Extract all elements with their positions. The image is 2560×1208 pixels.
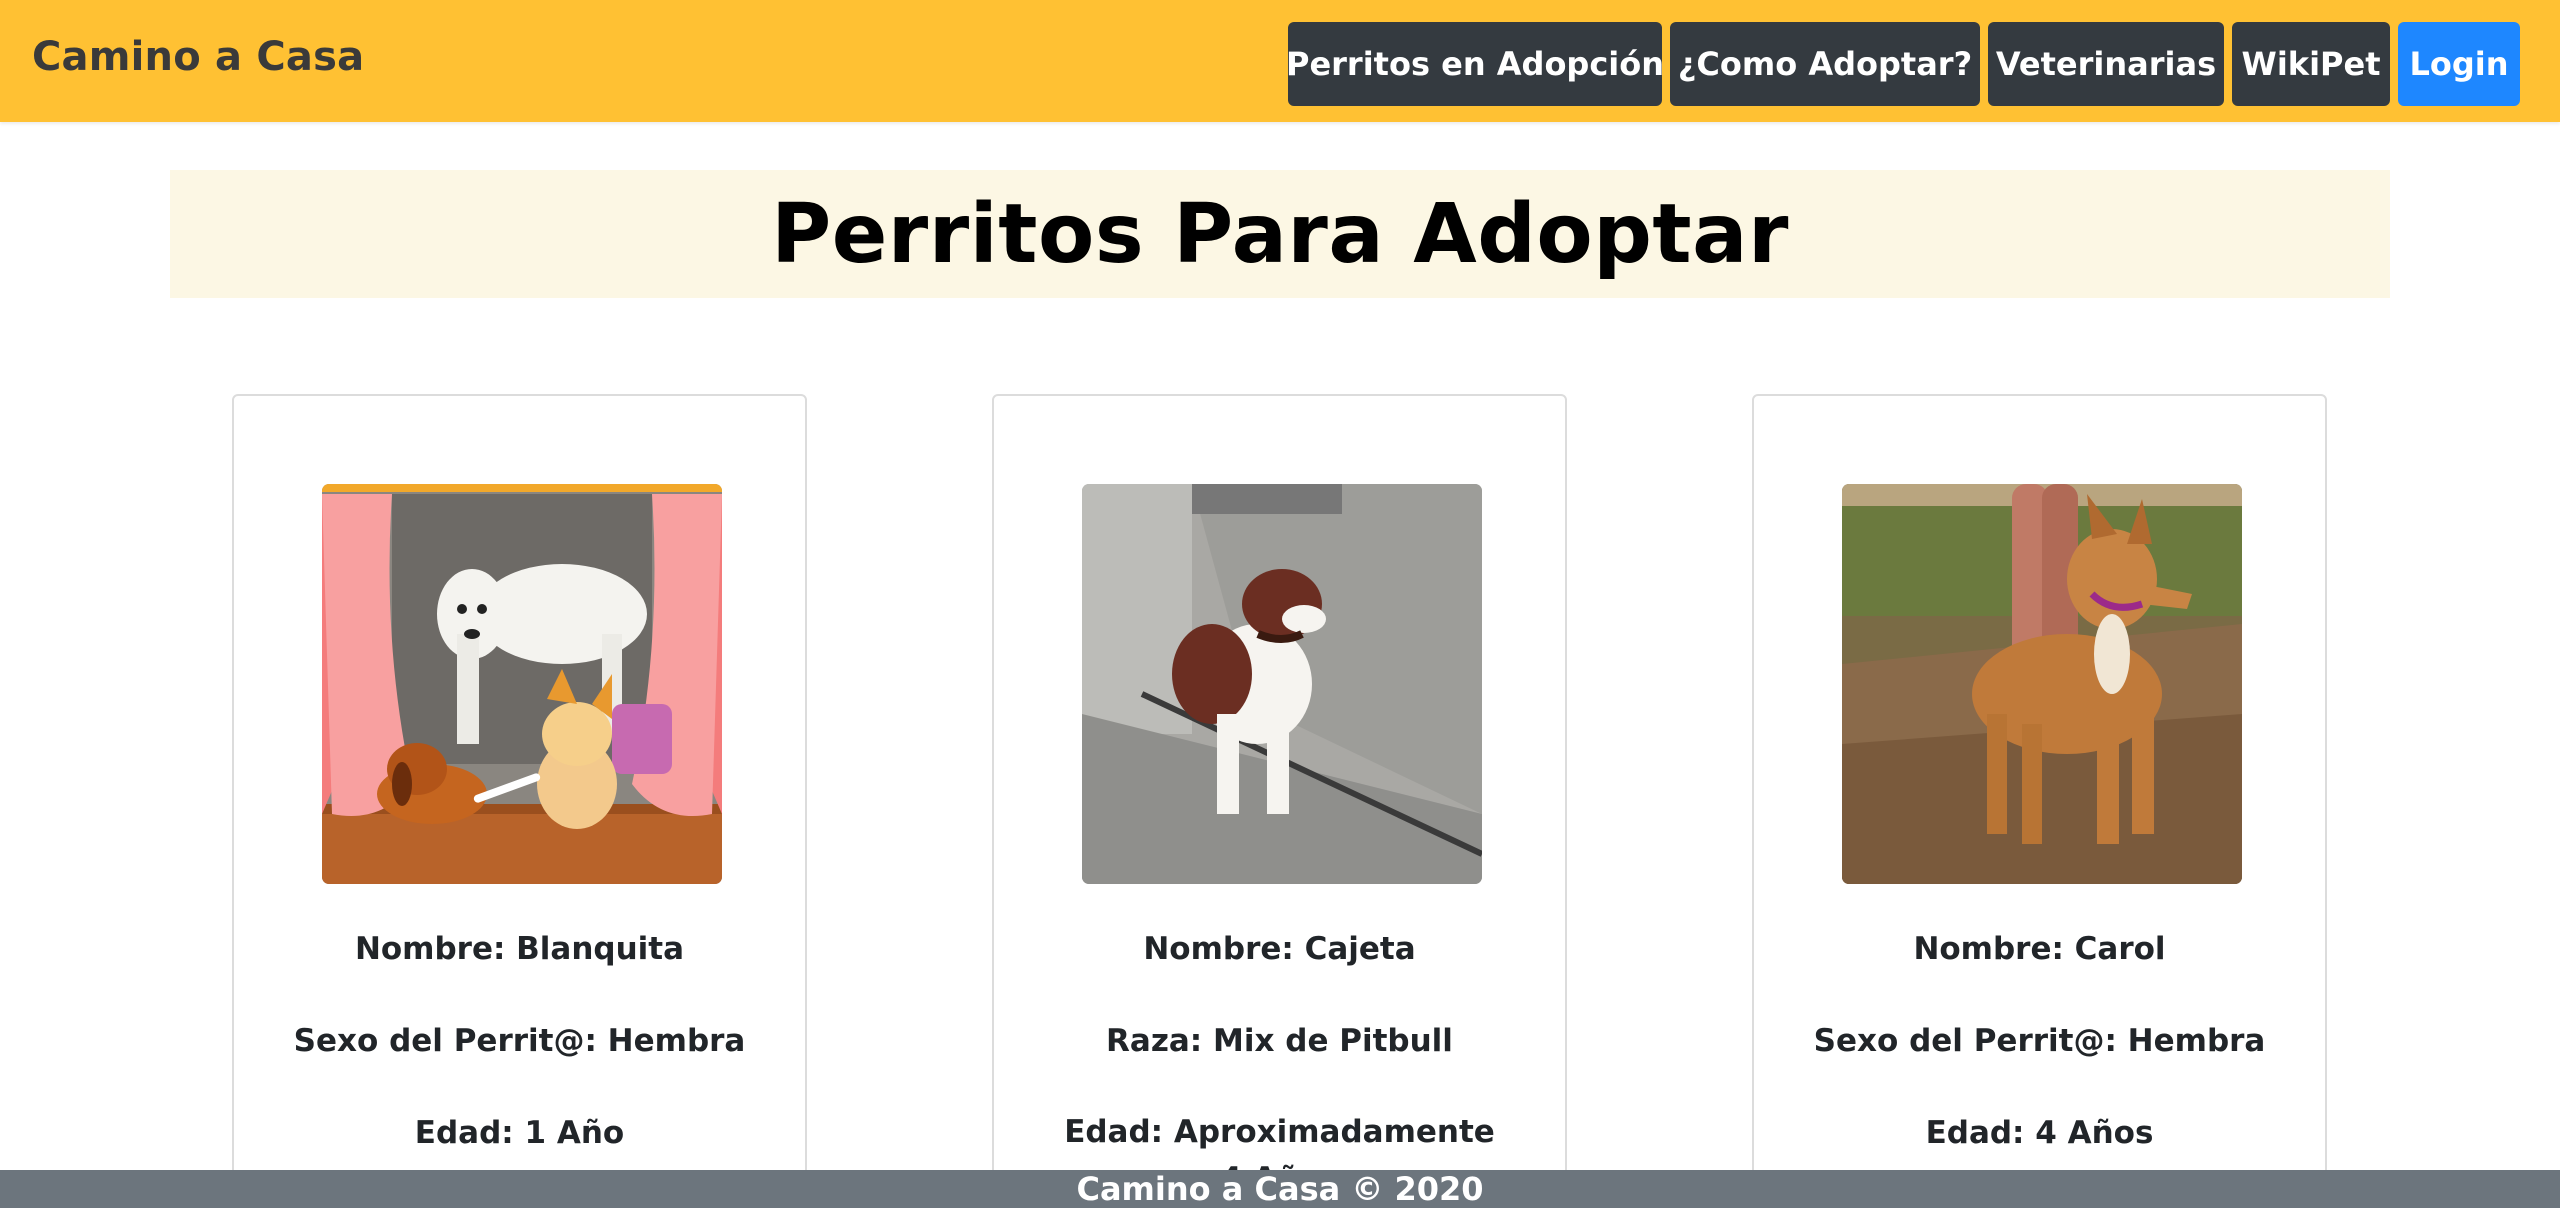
dog-sex: Sexo del Perrit@: Hembra [293, 1023, 746, 1059]
dog-info: Nombre: Carol Sexo del Perrit@: Hembra E… [1754, 926, 2325, 1192]
dog-breed: Raza: Mix de Pitbull [1106, 1023, 1453, 1059]
nav-button-perritos-en-adopcion[interactable]: Perritos en Adopción [1286, 22, 1664, 106]
dog-name: Nombre: Carol [1913, 931, 2166, 967]
dog-info: Nombre: Blanquita Sexo del Perrit@: Hemb… [234, 926, 805, 1192]
page-header: Perritos Para Adoptar [170, 170, 2390, 298]
dog-name: Nombre: Cajeta [1143, 931, 1416, 967]
dog-cajeta-photo [1082, 484, 1482, 884]
footer-text: Camino a Casa © 2020 [1076, 1170, 1484, 1208]
nav-button-wikipet[interactable]: WikiPet [2232, 22, 2390, 106]
dog-card-carol: Nombre: Carol Sexo del Perrit@: Hembra E… [1752, 394, 2327, 1194]
page-title: Perritos Para Adoptar [771, 186, 1789, 282]
nav-button-veterinarias[interactable]: Veterinarias [1988, 22, 2224, 106]
nav-button-como-adoptar[interactable]: ¿Como Adoptar? [1670, 22, 1980, 106]
dog-name: Nombre: Blanquita [354, 931, 685, 967]
dog-photo[interactable] [1082, 484, 1482, 884]
dog-blanquita-photo [322, 484, 722, 884]
dog-photo[interactable] [322, 484, 722, 884]
navbar: Camino a Casa Perritos en Adopción ¿Como… [0, 0, 2560, 122]
dog-card-blanquita: Nombre: Blanquita Sexo del Perrit@: Hemb… [232, 394, 807, 1194]
dog-age: Edad: 1 Año [414, 1115, 625, 1151]
dog-age: Edad: 4 Años [1925, 1115, 2154, 1151]
dog-info: Nombre: Cajeta Raza: Mix de Pitbull Edad… [994, 926, 1565, 1192]
brand-logo[interactable]: Camino a Casa [32, 34, 364, 80]
dog-photo[interactable] [1842, 484, 2242, 884]
dog-sex: Sexo del Perrit@: Hembra [1813, 1023, 2266, 1059]
dog-card-cajeta: Nombre: Cajeta Raza: Mix de Pitbull Edad… [992, 394, 1567, 1194]
footer: Camino a Casa © 2020 [0, 1170, 2560, 1208]
login-button[interactable]: Login [2398, 22, 2520, 106]
dog-carol-photo [1842, 484, 2242, 884]
